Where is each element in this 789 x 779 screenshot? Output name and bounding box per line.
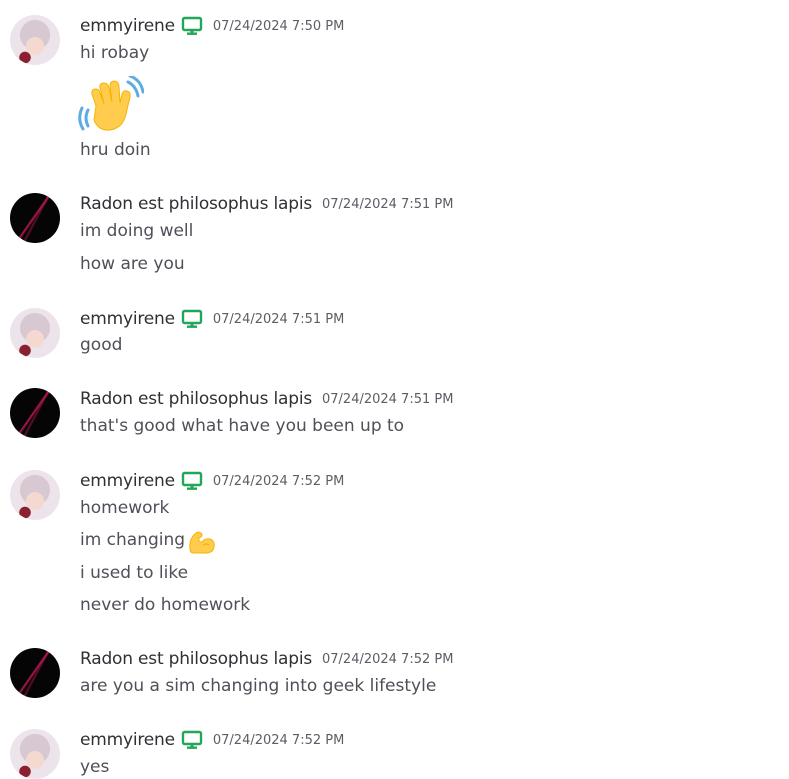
avatar[interactable]	[10, 15, 60, 65]
message-text: im changing	[80, 530, 186, 550]
username[interactable]: emmyirene	[80, 309, 175, 329]
message-text: hru doin	[80, 140, 151, 160]
message-text: i used to like	[80, 563, 189, 583]
message-header: emmyirene 07/24/2024 7:51 PM	[80, 308, 344, 330]
username[interactable]: emmyirene	[80, 730, 175, 750]
flexed-biceps-emoji[interactable]	[186, 525, 216, 555]
desktop-icon	[181, 16, 203, 36]
username[interactable]: emmyirene	[80, 16, 175, 36]
message-text: never do homework	[80, 595, 251, 615]
message-header: emmyirene 07/24/2024 7:50 PM	[80, 15, 344, 37]
message-header: Radon est philosophus lapis 07/24/2024 7…	[80, 648, 453, 670]
message-header: Radon est philosophus lapis 07/24/2024 7…	[80, 388, 453, 410]
desktop-icon	[181, 471, 203, 491]
message-text: how are you	[80, 254, 185, 274]
timestamp[interactable]: 07/24/2024 7:52 PM	[322, 652, 453, 667]
message-header: Radon est philosophus lapis 07/24/2024 7…	[80, 193, 453, 215]
timestamp[interactable]: 07/24/2024 7:51 PM	[322, 197, 453, 212]
avatar[interactable]	[10, 388, 60, 438]
timestamp[interactable]: 07/24/2024 7:52 PM	[213, 474, 344, 489]
message-text-with-emoji: im changing	[80, 525, 216, 555]
username[interactable]: Radon est philosophus lapis	[80, 389, 312, 409]
avatar[interactable]	[10, 193, 60, 243]
message-text: hi robay	[80, 43, 150, 63]
message-text: im doing well	[80, 221, 194, 241]
avatar[interactable]	[10, 729, 60, 779]
message-text: that's good what have you been up to	[80, 416, 405, 436]
timestamp[interactable]: 07/24/2024 7:51 PM	[322, 392, 453, 407]
wave-emoji[interactable]	[78, 74, 145, 132]
timestamp[interactable]: 07/24/2024 7:50 PM	[213, 19, 344, 34]
message-text: are you a sim changing into geek lifesty…	[80, 676, 437, 696]
avatar[interactable]	[10, 308, 60, 358]
message-header: emmyirene 07/24/2024 7:52 PM	[80, 470, 344, 492]
desktop-icon	[181, 730, 203, 750]
timestamp[interactable]: 07/24/2024 7:51 PM	[213, 312, 344, 327]
avatar[interactable]	[10, 648, 60, 698]
message-text: yes	[80, 757, 110, 777]
message-text: good	[80, 335, 123, 355]
message-text: homework	[80, 498, 170, 518]
desktop-icon	[181, 309, 203, 329]
avatar[interactable]	[10, 470, 60, 520]
message-header: emmyirene 07/24/2024 7:52 PM	[80, 729, 344, 751]
timestamp[interactable]: 07/24/2024 7:52 PM	[213, 733, 344, 748]
username[interactable]: Radon est philosophus lapis	[80, 194, 312, 214]
username[interactable]: emmyirene	[80, 471, 175, 491]
username[interactable]: Radon est philosophus lapis	[80, 649, 312, 669]
